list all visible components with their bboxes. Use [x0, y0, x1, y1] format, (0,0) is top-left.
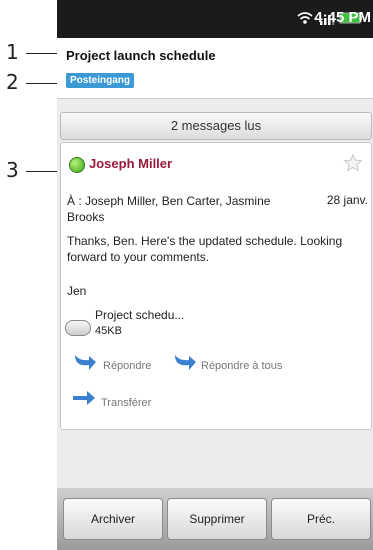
forward-label: Transférer — [101, 397, 152, 409]
status-time: 4:45 PM — [314, 9, 371, 26]
reply-all-icon — [175, 355, 196, 370]
forward-button[interactable]: Transférer — [71, 387, 191, 415]
sender-name[interactable]: Joseph Miller — [89, 156, 172, 171]
forward-icon — [73, 391, 95, 405]
paperclip-icon[interactable] — [65, 320, 91, 336]
bottom-action-bar: Archiver Supprimer Préc. — [57, 488, 373, 550]
read-messages-bar[interactable]: 2 messages lus — [60, 112, 372, 140]
message-card: Joseph Miller À : Joseph Miller, Ben Car… — [60, 142, 372, 430]
archive-button[interactable]: Archiver — [63, 498, 163, 540]
message-body: Thanks, Ben. Here's the updated schedule… — [67, 234, 343, 264]
presence-icon — [69, 157, 85, 173]
recipients: À : Joseph Miller, Ben Carter, Jasmine B… — [67, 194, 271, 224]
delete-button[interactable]: Supprimer — [167, 498, 267, 540]
folder-badge[interactable]: Posteingang — [66, 73, 135, 88]
reply-all-label: Répondre à tous — [201, 360, 283, 372]
phone-screen: 4:45 PM Project launch schedule Posteing… — [57, 0, 373, 550]
message-signature: Jen — [67, 284, 87, 298]
wifi-icon — [297, 12, 313, 24]
callout-1: 1 — [6, 40, 19, 64]
callout-3: 3 — [6, 158, 19, 182]
subject-title: Project launch schedule — [66, 48, 216, 63]
reply-all-button[interactable]: Répondre à tous — [171, 351, 311, 379]
status-bar: 4:45 PM — [57, 0, 373, 38]
reply-label: Répondre — [103, 360, 152, 372]
previous-button[interactable]: Préc. — [271, 498, 371, 540]
message-header: Project launch schedule Posteingang — [57, 38, 373, 99]
callout-2: 2 — [6, 70, 19, 94]
reply-icon — [75, 355, 96, 370]
attachment-size: 45KB — [95, 325, 122, 337]
attachment-name[interactable]: Project schedu... — [95, 308, 184, 322]
message-date: 28 janv. — [326, 193, 368, 207]
star-icon[interactable] — [343, 153, 363, 173]
reply-button[interactable]: Répondre — [71, 351, 171, 379]
